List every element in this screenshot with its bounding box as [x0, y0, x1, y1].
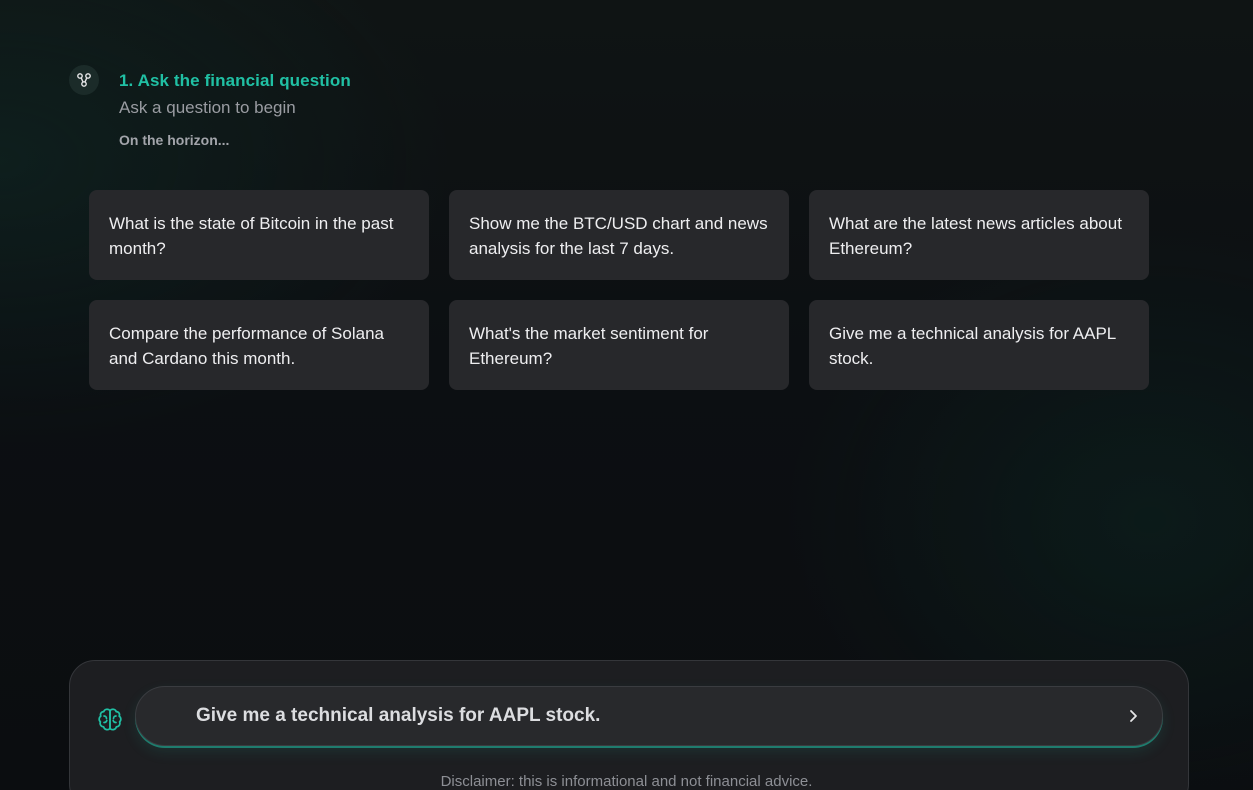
- disclaimer: Disclaimer: this is informational and no…: [440, 773, 813, 790]
- suggestion-card[interactable]: What is the state of Bitcoin in the past…: [89, 190, 429, 280]
- step-subtitle: Ask a question to begin: [119, 98, 296, 117]
- suggestion-card[interactable]: Give me a technical analysis for AAPL st…: [809, 300, 1149, 390]
- horizon-label: On the horizon...: [119, 132, 230, 148]
- step-title: 1. Ask the financial question: [119, 71, 351, 90]
- suggestion-card[interactable]: What's the market sentiment for Ethereum…: [449, 300, 789, 390]
- suggestion-card[interactable]: Compare the performance of Solana and Ca…: [89, 300, 429, 390]
- brain-icon: [95, 705, 125, 735]
- suggestion-card[interactable]: What are the latest news articles about …: [809, 190, 1149, 280]
- chevron-right-icon[interactable]: [1124, 707, 1142, 725]
- branch-icon: [69, 65, 99, 95]
- question-input-container: [135, 686, 1163, 746]
- suggestion-grid: What is the state of Bitcoin in the past…: [89, 190, 1149, 390]
- question-input[interactable]: [196, 687, 1096, 745]
- suggestion-card[interactable]: Show me the BTC/USD chart and news analy…: [449, 190, 789, 280]
